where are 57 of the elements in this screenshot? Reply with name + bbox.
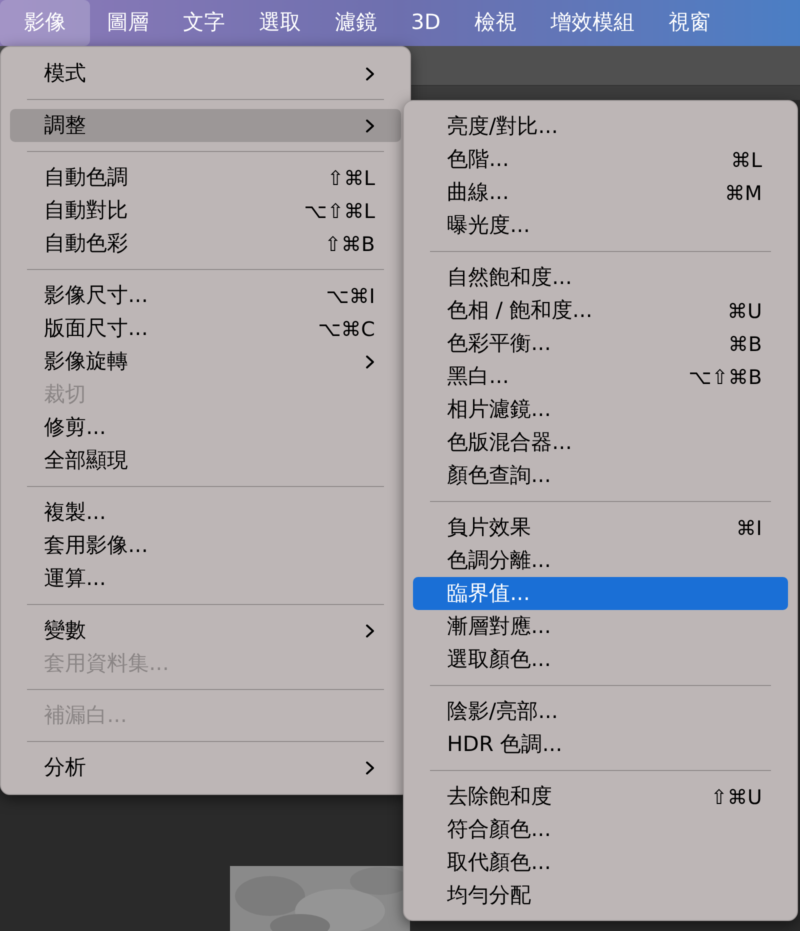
menu-item[interactable]: 相片濾鏡... xyxy=(413,393,788,426)
menu-item[interactable]: 版面尺寸... ⌥⌘C xyxy=(10,312,401,345)
menu-item[interactable]: 影像尺寸... ⌥⌘I xyxy=(10,279,401,312)
menu-item[interactable]: 分析 xyxy=(10,751,401,784)
menu-bar-item[interactable]: 檢視 xyxy=(458,0,534,46)
menu-bar-item[interactable]: 3D xyxy=(394,0,458,46)
menu-item[interactable]: 全部顯現 xyxy=(10,444,401,477)
menu-item[interactable]: 漸層對應... xyxy=(413,610,788,643)
menu-item[interactable]: 負片效果 ⌘I xyxy=(413,511,788,544)
menu-bar-item[interactable]: 選取 xyxy=(242,0,318,46)
shortcut-label: ⌘I xyxy=(736,518,762,538)
menu-item[interactable]: 去除飽和度 ⇧⌘U xyxy=(413,780,788,813)
menu-bar-item[interactable]: 增效模組 xyxy=(534,0,652,46)
menu-bar-item[interactable]: 圖層 xyxy=(90,0,166,46)
shortcut-label: ⌘U xyxy=(727,300,762,320)
menu-item[interactable]: 陰影/亮部... xyxy=(413,695,788,728)
menu-item[interactable]: 均勻分配 xyxy=(413,879,788,912)
menu-item[interactable]: 黑白... ⌥⇧⌘B xyxy=(413,360,788,393)
shortcut-label: ⌘L xyxy=(730,150,762,170)
menu-item[interactable]: 調整 xyxy=(10,109,401,142)
menu-item[interactable]: 取代顏色... xyxy=(413,846,788,879)
menu-bar-item[interactable]: 濾鏡 xyxy=(318,0,394,46)
menu-item[interactable]: 色版混合器... xyxy=(413,426,788,459)
menu-item[interactable]: 曲線... ⌘M xyxy=(413,176,788,209)
menu-item[interactable]: 變數 xyxy=(10,614,401,647)
menu-item[interactable]: 複製... xyxy=(10,496,401,529)
menu-item[interactable]: 運算... xyxy=(10,562,401,595)
menu-item[interactable]: 修剪... xyxy=(10,411,401,444)
menu-item[interactable]: 色彩平衡... ⌘B xyxy=(413,327,788,360)
shortcut-label: ⌥⇧⌘L xyxy=(304,200,375,220)
shortcut-label: ⌘B xyxy=(728,334,762,354)
menu-item[interactable]: 自動色彩 ⇧⌘B xyxy=(10,227,401,260)
shortcut-label: ⇧⌘U xyxy=(710,786,762,806)
menu-item[interactable]: 顏色查詢... xyxy=(413,459,788,492)
menu-item[interactable]: 色調分離... xyxy=(413,544,788,577)
menu-item[interactable]: 臨界值... xyxy=(413,577,788,610)
menu-item[interactable]: 套用影像... xyxy=(10,529,401,562)
menu-item[interactable]: HDR 色調... xyxy=(413,728,788,761)
shortcut-label: ⌥⇧⌘B xyxy=(688,366,762,386)
menu-item[interactable]: 符合顏色... xyxy=(413,813,788,846)
menu-item[interactable]: 模式 xyxy=(10,57,401,90)
menu-item[interactable]: 自動對比 ⌥⇧⌘L xyxy=(10,194,401,227)
shortcut-label: ⇧⌘B xyxy=(324,234,375,254)
menu-item[interactable]: 色相 / 飽和度... ⌘U xyxy=(413,294,788,327)
menu-item[interactable]: 色階... ⌘L xyxy=(413,143,788,176)
menu-item[interactable]: 影像旋轉 xyxy=(10,345,401,378)
shortcut-label: ⌥⌘C xyxy=(318,318,375,338)
menu-item[interactable]: 選取顏色... xyxy=(413,643,788,676)
menu-bar-item[interactable]: 視窗 xyxy=(652,0,728,46)
menu-item[interactable]: 曝光度... xyxy=(413,209,788,242)
shortcut-label: ⇧⌘L xyxy=(327,168,375,188)
menu-item[interactable]: 亮度/對比... xyxy=(413,110,788,143)
shortcut-label: ⌥⌘I xyxy=(326,286,375,306)
menu-bar-item[interactable]: 文字 xyxy=(166,0,242,46)
menu-item[interactable]: 自動色調 ⇧⌘L xyxy=(10,161,401,194)
menu-item[interactable]: 自然飽和度... xyxy=(413,261,788,294)
shortcut-label: ⌘M xyxy=(724,182,762,202)
